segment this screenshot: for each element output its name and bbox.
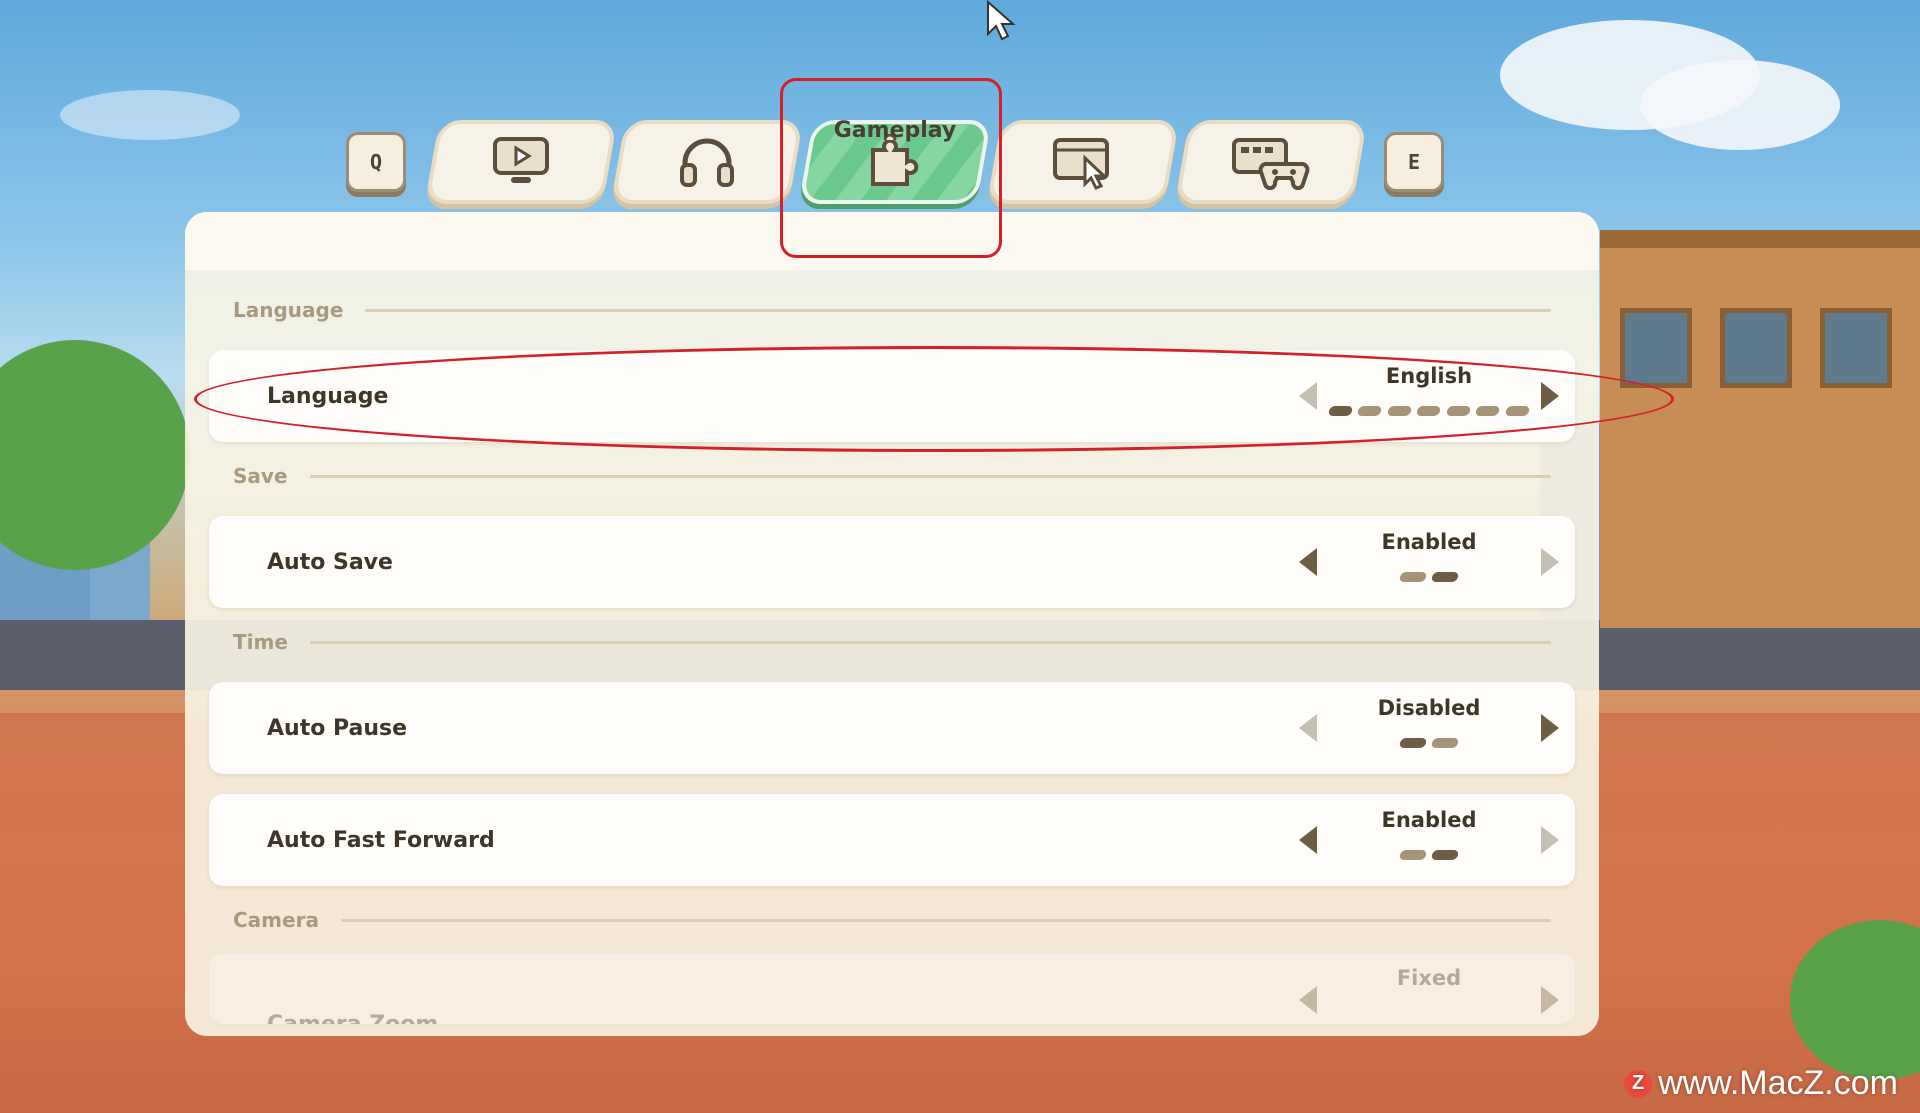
section-save: Save — [233, 464, 1551, 488]
setting-label: Auto Fast Forward — [267, 827, 495, 853]
setting-value: Enabled — [1381, 530, 1477, 554]
arrow-right-icon[interactable] — [1541, 714, 1559, 742]
arrow-left-icon[interactable] — [1299, 986, 1317, 1014]
setting-value: Fixed — [1396, 966, 1462, 990]
option-indicator — [1329, 850, 1529, 860]
section-title: Time — [233, 630, 288, 654]
section-title: Save — [233, 464, 288, 488]
setting-row-auto-pause[interactable]: Auto Pause Disabled — [209, 682, 1575, 774]
setting-row-camera-zoom[interactable]: Camera Zoom Fixed — [209, 954, 1575, 1024]
section-time: Time — [233, 630, 1551, 654]
option-indicator — [1327, 406, 1531, 416]
setting-label: Auto Pause — [267, 715, 408, 741]
setting-value: English — [1385, 364, 1473, 388]
option-indicator — [1329, 572, 1529, 582]
arrow-right-icon[interactable] — [1541, 382, 1559, 410]
section-title: Language — [233, 298, 344, 322]
next-tab-key-e[interactable]: E — [1384, 132, 1444, 192]
arrow-right-icon[interactable] — [1541, 986, 1559, 1014]
auto-save-selector: Enabled — [1299, 516, 1559, 608]
watermark: Z www.MacZ.com — [1624, 1064, 1898, 1103]
section-title: Camera — [233, 908, 319, 932]
language-selector: English — [1299, 350, 1559, 442]
arrow-left-icon[interactable] — [1299, 826, 1317, 854]
section-camera: Camera — [233, 908, 1551, 932]
arrow-left-icon[interactable] — [1299, 714, 1317, 742]
arrow-right-icon[interactable] — [1541, 548, 1559, 576]
window-cursor-icon — [1051, 134, 1115, 190]
option-indicator — [1329, 738, 1529, 748]
setting-label: Language — [267, 383, 389, 409]
settings-panel: Language Language English Save Auto Save… — [185, 212, 1599, 1036]
auto-pause-selector: Disabled — [1299, 682, 1559, 774]
monitor-play-icon — [489, 135, 553, 189]
watermark-text: www.MacZ.com — [1658, 1064, 1898, 1102]
tab-controls[interactable] — [1174, 120, 1368, 204]
setting-row-language[interactable]: Language English — [209, 350, 1575, 442]
active-tab-label: Gameplay — [833, 118, 957, 143]
tab-display[interactable] — [424, 120, 618, 204]
camera-zoom-selector: Fixed — [1299, 954, 1559, 1024]
setting-label: Camera Zoom — [267, 1011, 439, 1025]
setting-label: Auto Save — [267, 549, 393, 575]
auto-fast-forward-selector: Enabled — [1299, 794, 1559, 886]
arrow-right-icon[interactable] — [1541, 826, 1559, 854]
arrow-left-icon[interactable] — [1299, 548, 1317, 576]
headphones-icon — [677, 135, 737, 189]
setting-row-auto-fast-forward[interactable]: Auto Fast Forward Enabled — [209, 794, 1575, 886]
setting-row-auto-save[interactable]: Auto Save Enabled — [209, 516, 1575, 608]
mouse-cursor-icon — [985, 0, 1019, 46]
setting-value: Disabled — [1377, 696, 1481, 720]
setting-value: Enabled — [1381, 808, 1477, 832]
prev-tab-key-q[interactable]: Q — [346, 132, 406, 192]
watermark-logo: Z — [1624, 1069, 1653, 1098]
section-language: Language — [233, 298, 1551, 322]
keyboard-gamepad-icon — [1231, 134, 1311, 190]
arrow-left-icon[interactable] — [1299, 382, 1317, 410]
